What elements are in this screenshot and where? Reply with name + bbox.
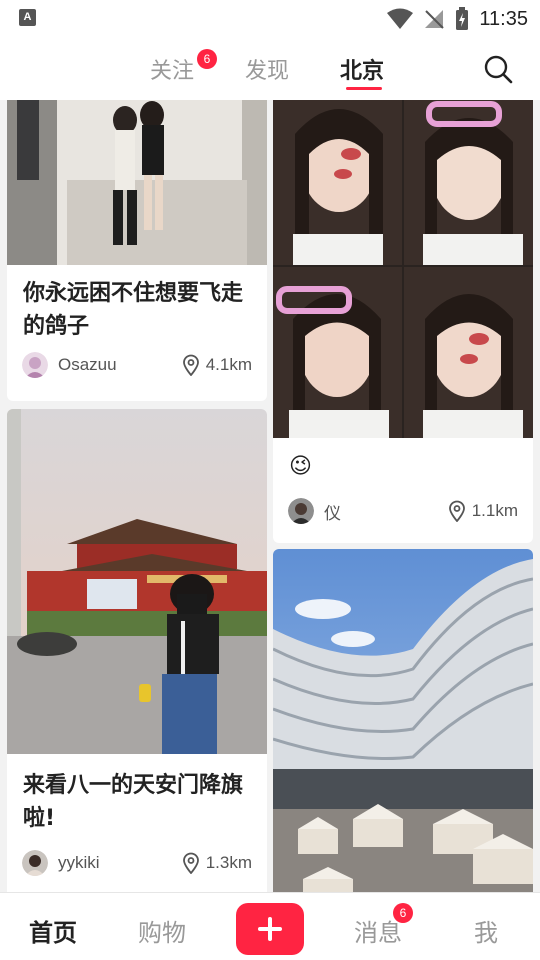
- location-pin-icon: [182, 354, 199, 376]
- tab-beijing[interactable]: 北京: [340, 53, 384, 85]
- top-tab-bar: 关注 6 发现 北京: [0, 38, 540, 100]
- plus-icon[interactable]: [236, 903, 304, 955]
- post-title[interactable]: 来看八一的天安门降旗啦!: [23, 769, 253, 835]
- messages-badge: 6: [393, 903, 413, 923]
- feed-card[interactable]: [273, 549, 533, 892]
- distance: 1.3km: [182, 852, 252, 874]
- feed-card[interactable]: 来看八一的天安门降旗啦! yykiki 1.3km: [7, 409, 267, 892]
- post-meta: 仪 1.1km: [288, 496, 518, 526]
- nav-me[interactable]: 我: [474, 913, 498, 948]
- distance-value: 1.3km: [205, 853, 252, 872]
- active-tab-indicator: [346, 87, 382, 90]
- tab-discover[interactable]: 发现: [245, 53, 289, 85]
- following-badge: 6: [197, 49, 217, 69]
- nav-shopping[interactable]: 购物: [138, 913, 186, 948]
- avatar[interactable]: [288, 498, 314, 524]
- distance: 1.1km: [448, 500, 518, 522]
- bottom-nav-bar: 首页 购物 消息 6 我: [0, 892, 540, 960]
- post-title[interactable]: 你永远困不住想要飞走的鸽子: [23, 277, 253, 343]
- status-bar: A 11:35: [0, 0, 540, 38]
- author-name[interactable]: yykiki: [58, 853, 182, 873]
- location-pin-icon: [448, 500, 465, 522]
- nav-home[interactable]: 首页: [29, 913, 77, 948]
- post-meta: Osazuu 4.1km: [22, 350, 252, 380]
- author-name[interactable]: Osazuu: [58, 355, 182, 375]
- post-photo[interactable]: [273, 100, 533, 438]
- search-icon[interactable]: [483, 54, 513, 84]
- distance: 4.1km: [182, 354, 252, 376]
- avatar[interactable]: [22, 850, 48, 876]
- feed-card[interactable]: 😉 仪 1.1km: [273, 100, 533, 543]
- app-notification-icon: A: [19, 9, 36, 26]
- feed[interactable]: 你永远困不住想要飞走的鸽子 Osazuu 4.1km 😉 仪 1.1km 来看八…: [0, 100, 540, 892]
- post-photo[interactable]: [7, 409, 267, 754]
- battery-charging-icon: [456, 7, 469, 30]
- tab-following[interactable]: 关注: [150, 53, 194, 85]
- avatar[interactable]: [22, 352, 48, 378]
- post-meta: yykiki 1.3km: [22, 848, 252, 878]
- clock: 11:35: [479, 7, 528, 30]
- post-photo[interactable]: [7, 100, 267, 265]
- author-name[interactable]: 仪: [324, 499, 448, 524]
- post-photo[interactable]: [273, 549, 533, 892]
- feed-card[interactable]: 你永远困不住想要飞走的鸽子 Osazuu 4.1km: [7, 100, 267, 401]
- wifi-icon: [387, 8, 414, 29]
- location-pin-icon: [182, 852, 199, 874]
- no-signal-icon: [425, 10, 445, 29]
- distance-value: 1.1km: [471, 501, 518, 520]
- distance-value: 4.1km: [205, 355, 252, 374]
- status-icons: 11:35: [387, 4, 528, 34]
- post-title[interactable]: 😉: [289, 450, 519, 483]
